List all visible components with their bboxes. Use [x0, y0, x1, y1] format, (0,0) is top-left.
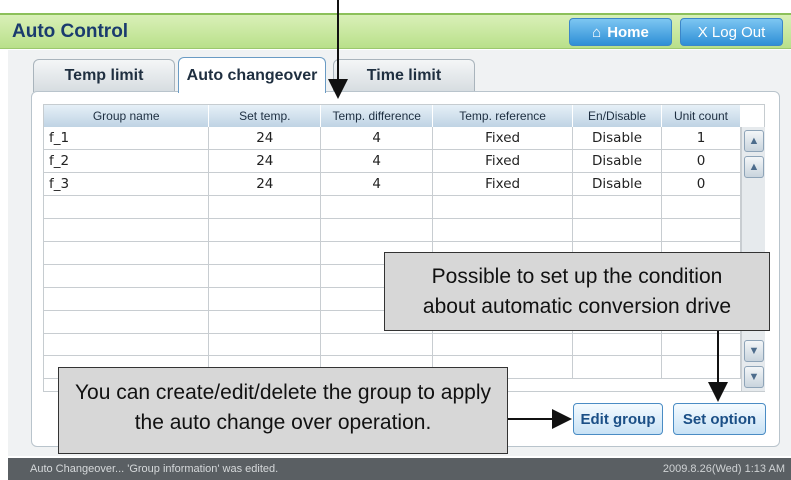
column-header: Set temp.: [208, 105, 322, 127]
table-cell: [661, 355, 741, 380]
table-cell: f_1: [44, 127, 210, 151]
status-datetime: 2009.8.26(Wed) 1:13 AM: [662, 463, 785, 475]
table-row[interactable]: [44, 218, 741, 242]
table-cell: 24: [208, 127, 322, 151]
table-cell: Fixed: [432, 172, 574, 197]
table-cell: [44, 195, 210, 220]
table-cell: Disable: [572, 127, 663, 151]
chevron-up-icon[interactable]: ▲: [744, 156, 764, 178]
double-chevron-up-icon[interactable]: ▲: [744, 130, 764, 152]
table-cell: [208, 241, 322, 265]
logout-button-label: X Log Out: [697, 23, 766, 41]
table-cell: 4: [320, 149, 434, 174]
table-cell: [44, 264, 210, 288]
tab-label: Auto changeover: [186, 66, 318, 84]
home-button-label: Home: [607, 23, 649, 41]
table-cell: [572, 355, 663, 380]
group-table-container: Group name Set temp. Temp. difference Te…: [43, 104, 765, 392]
page-title: Auto Control: [12, 21, 129, 42]
table-cell: Fixed: [432, 149, 574, 174]
callout-edit-group: You can create/edit/delete the group to …: [58, 367, 508, 454]
table-cell: 4: [320, 172, 434, 197]
table-cell: [208, 287, 322, 311]
table-cell: [661, 195, 741, 220]
double-chevron-down-icon[interactable]: ▼: [744, 366, 764, 388]
table-cell: 24: [208, 172, 322, 197]
table-header-row: Group name Set temp. Temp. difference Te…: [44, 105, 741, 127]
column-header: Unit count: [661, 105, 741, 127]
table-cell: [661, 218, 741, 242]
table-row[interactable]: f_3 24 4 Fixed Disable 0: [44, 172, 741, 197]
tab-label: Time limit: [366, 67, 442, 84]
table-row[interactable]: [44, 195, 741, 220]
table-cell: Fixed: [432, 127, 574, 151]
column-header: En/Disable: [572, 105, 663, 127]
table-cell: [44, 218, 210, 242]
table-cell: [44, 333, 210, 357]
callout-text: the auto change over operation.: [134, 411, 432, 434]
home-button[interactable]: ⌂ Home: [569, 18, 672, 46]
table-cell: f_3: [44, 172, 210, 197]
tab-temp-limit[interactable]: Temp limit: [33, 59, 175, 92]
table-cell: 4: [320, 127, 434, 151]
table-cell: [208, 310, 322, 334]
table-cell: [432, 333, 574, 357]
table-cell: [44, 310, 210, 334]
chevron-down-icon[interactable]: ▼: [744, 340, 764, 362]
table-cell: f_2: [44, 149, 210, 174]
edit-group-button[interactable]: Edit group: [573, 403, 663, 435]
table-cell: 0: [661, 149, 741, 174]
table-cell: [208, 195, 322, 220]
table-cell: [44, 287, 210, 311]
table-cell: [572, 195, 663, 220]
table-cell: [661, 333, 741, 357]
table-cell: [572, 218, 663, 242]
title-bar: Auto Control ⌂ Home X Log Out: [0, 13, 791, 49]
table-cell: [432, 195, 574, 220]
table-cell: [208, 333, 322, 357]
table-cell: 24: [208, 149, 322, 174]
table-cell: [208, 218, 322, 242]
auto-control-window: Auto Control ⌂ Home X Log Out Temp limit…: [0, 0, 791, 480]
column-header: Group name: [44, 105, 210, 127]
set-option-button[interactable]: Set option: [673, 403, 766, 435]
status-message: Auto Changeover... 'Group information' w…: [30, 463, 279, 475]
column-header: Temp. difference: [320, 105, 434, 127]
table-cell: [208, 264, 322, 288]
callout-text: Possible to set up the condition: [431, 265, 723, 288]
table-cell: Disable: [572, 149, 663, 174]
table-cell: [432, 218, 574, 242]
home-icon: ⌂: [592, 23, 602, 41]
callout-text: about automatic conversion drive: [422, 295, 732, 318]
table-cell: [320, 195, 434, 220]
table-row[interactable]: f_2 24 4 Fixed Disable 0: [44, 149, 741, 174]
table-cell: 1: [661, 127, 741, 151]
tab-auto-changeover[interactable]: Auto changeover: [178, 57, 326, 93]
callout-text: You can create/edit/delete the group to …: [74, 381, 492, 404]
logout-button[interactable]: X Log Out: [680, 18, 783, 46]
group-table: Group name Set temp. Temp. difference Te…: [44, 105, 741, 380]
status-bar: Auto Changeover... 'Group information' w…: [8, 458, 791, 480]
column-header: Temp. reference: [432, 105, 574, 127]
table-cell: Disable: [572, 172, 663, 197]
tab-label: Temp limit: [64, 67, 144, 84]
table-cell: 0: [661, 172, 741, 197]
table-row[interactable]: [44, 333, 741, 357]
tab-time-limit[interactable]: Time limit: [333, 59, 475, 92]
table-row[interactable]: f_1 24 4 Fixed Disable 1: [44, 127, 741, 151]
callout-set-option: Possible to set up the condition about a…: [384, 252, 770, 331]
table-cell: [320, 218, 434, 242]
table-cell: [320, 333, 434, 357]
table-cell: [572, 333, 663, 357]
table-cell: [44, 241, 210, 265]
